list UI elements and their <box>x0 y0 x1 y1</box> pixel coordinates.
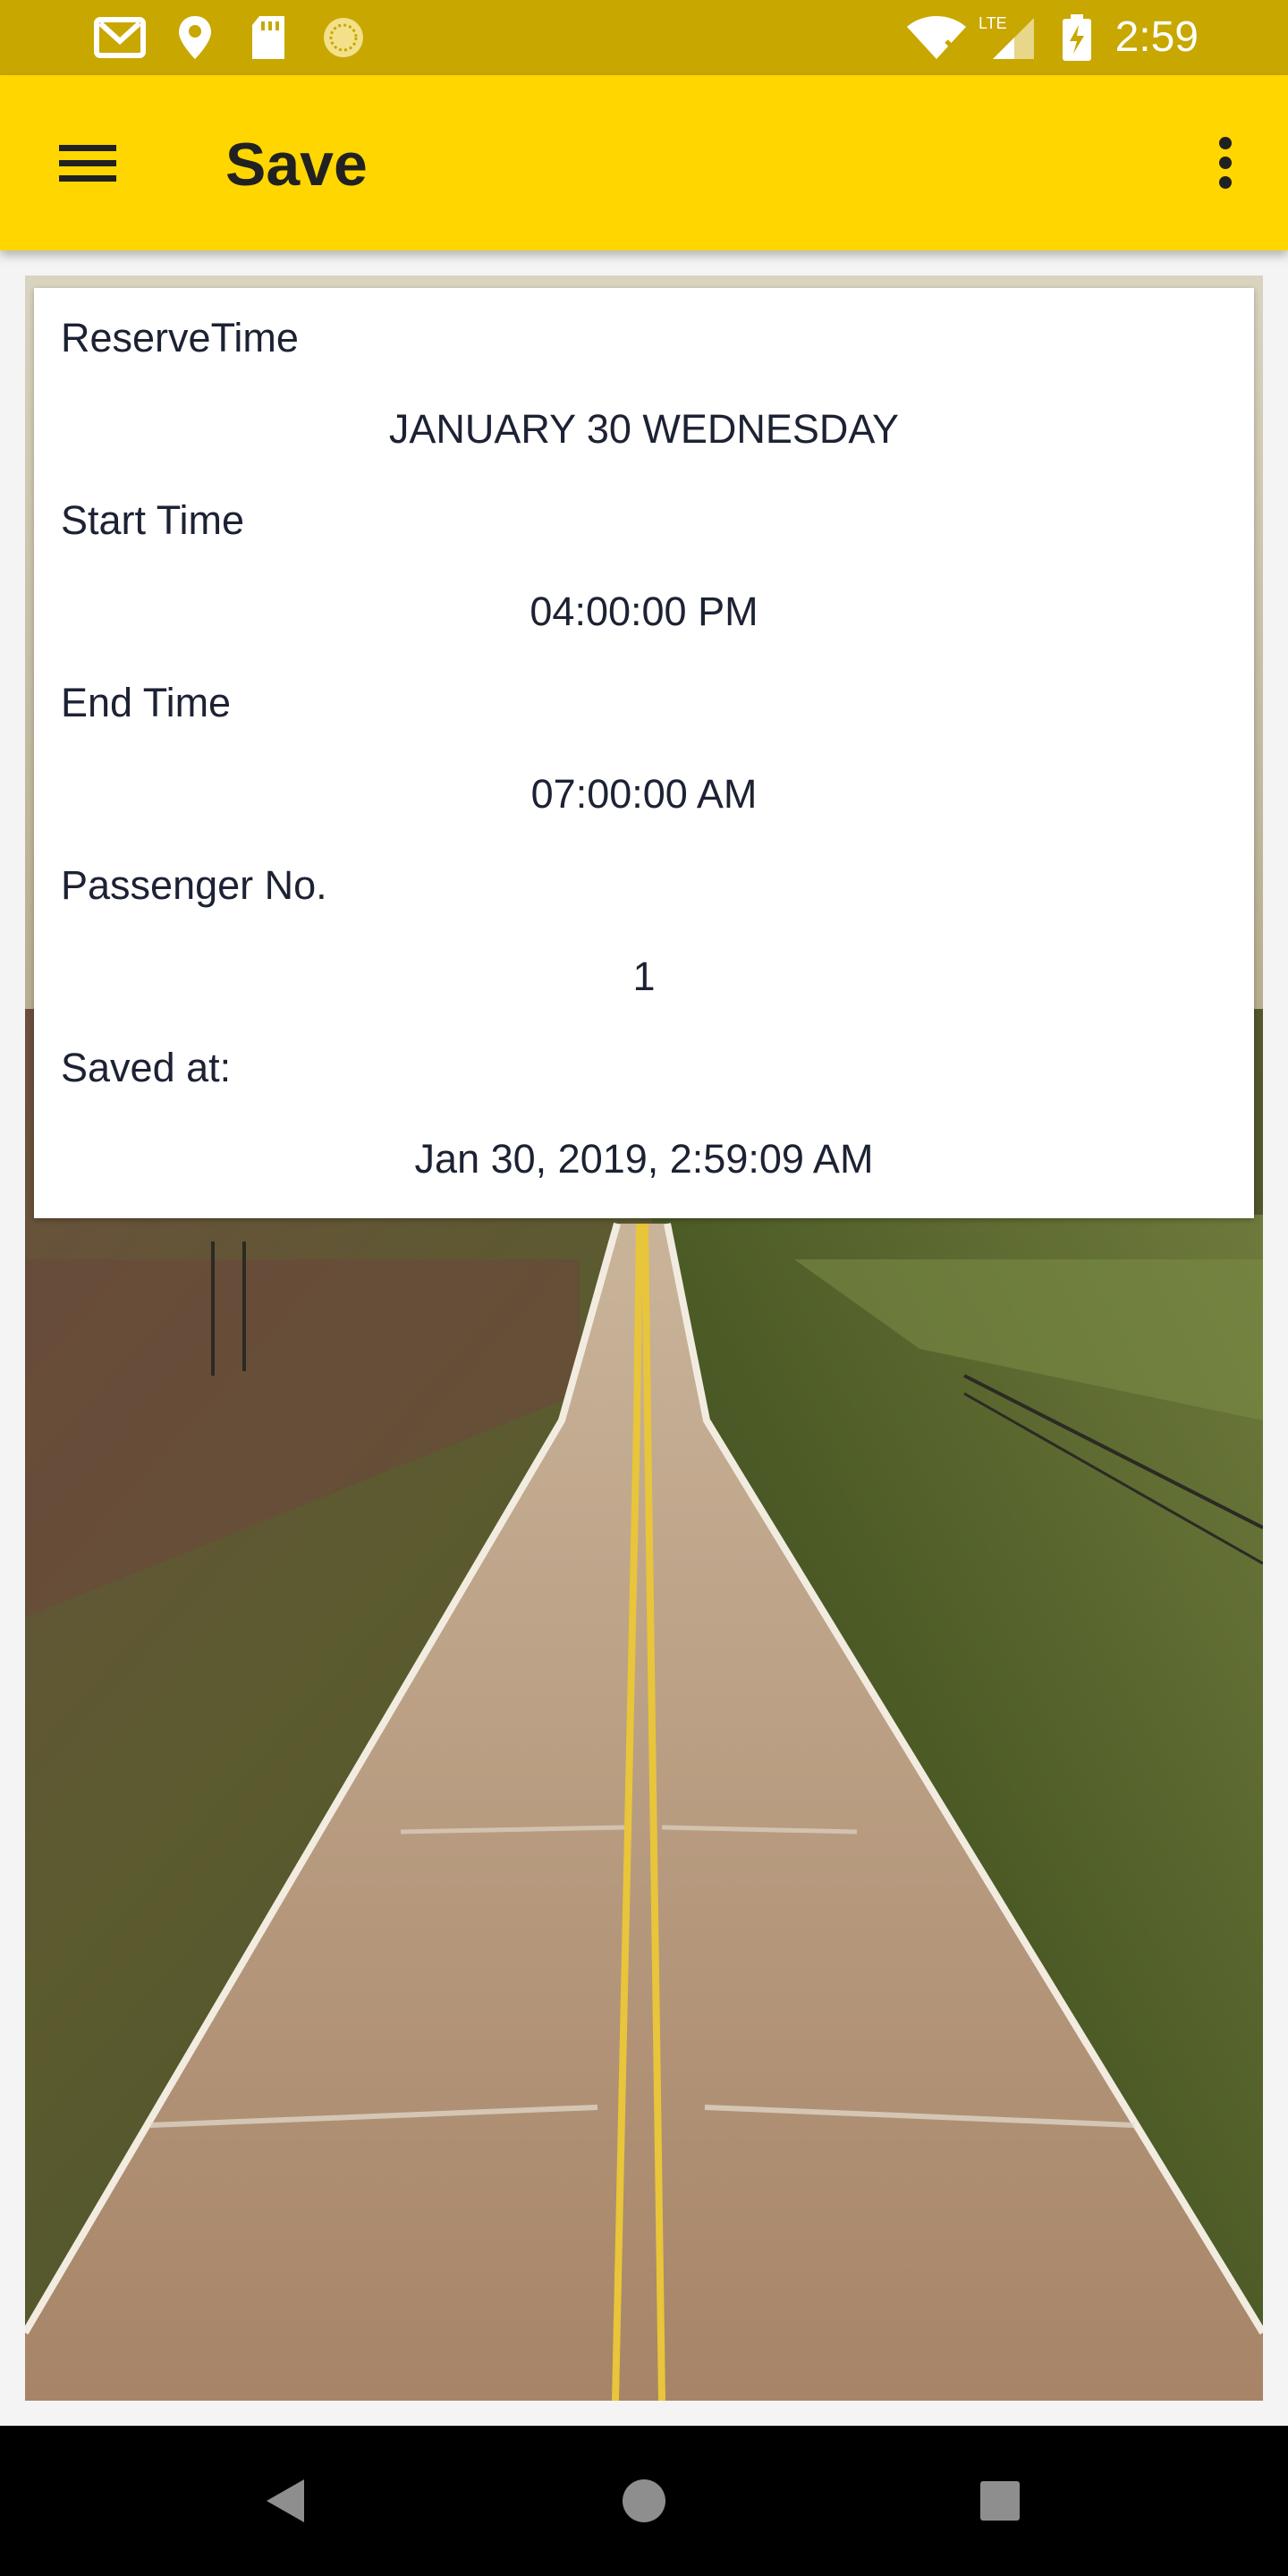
gmail-icon <box>94 17 146 58</box>
reservation-card: ReserveTime JANUARY 30 WEDNESDAY Start T… <box>34 288 1254 1218</box>
back-triangle-icon[interactable] <box>250 2465 322 2537</box>
saved-at-value: Jan 30, 2019, 2:59:09 AM <box>414 1136 874 1182</box>
page-title: Save <box>225 131 368 199</box>
end-time-label: End Time <box>61 680 232 725</box>
battery-charging-icon <box>1063 14 1091 61</box>
passenger-value: 1 <box>632 953 656 999</box>
reserve-time-label: ReserveTime <box>61 315 299 360</box>
home-circle-icon[interactable] <box>608 2465 680 2537</box>
recents-square-icon[interactable] <box>964 2465 1036 2537</box>
sd-card-icon <box>252 16 284 59</box>
status-bar: LTE 2:59 <box>0 0 1288 75</box>
more-vert-icon[interactable] <box>1199 127 1252 199</box>
saved-at-label: Saved at: <box>61 1045 232 1090</box>
lte-signal-icon: LTE <box>979 14 1034 59</box>
start-time-value: 04:00:00 PM <box>530 589 758 634</box>
hamburger-menu-icon[interactable] <box>41 127 131 199</box>
status-time: 2:59 <box>1114 13 1199 61</box>
start-time-label: Start Time <box>61 497 245 543</box>
sync-icon <box>324 18 363 57</box>
wifi-icon <box>907 16 966 59</box>
app-bar: Save <box>0 75 1288 250</box>
location-icon <box>179 16 211 59</box>
end-time-value: 07:00:00 AM <box>530 771 758 817</box>
passenger-label: Passenger No. <box>61 862 327 908</box>
system-nav-bar <box>0 2426 1288 2576</box>
svg-text:LTE: LTE <box>979 14 1007 32</box>
reserve-time-value: JANUARY 30 WEDNESDAY <box>388 406 900 452</box>
